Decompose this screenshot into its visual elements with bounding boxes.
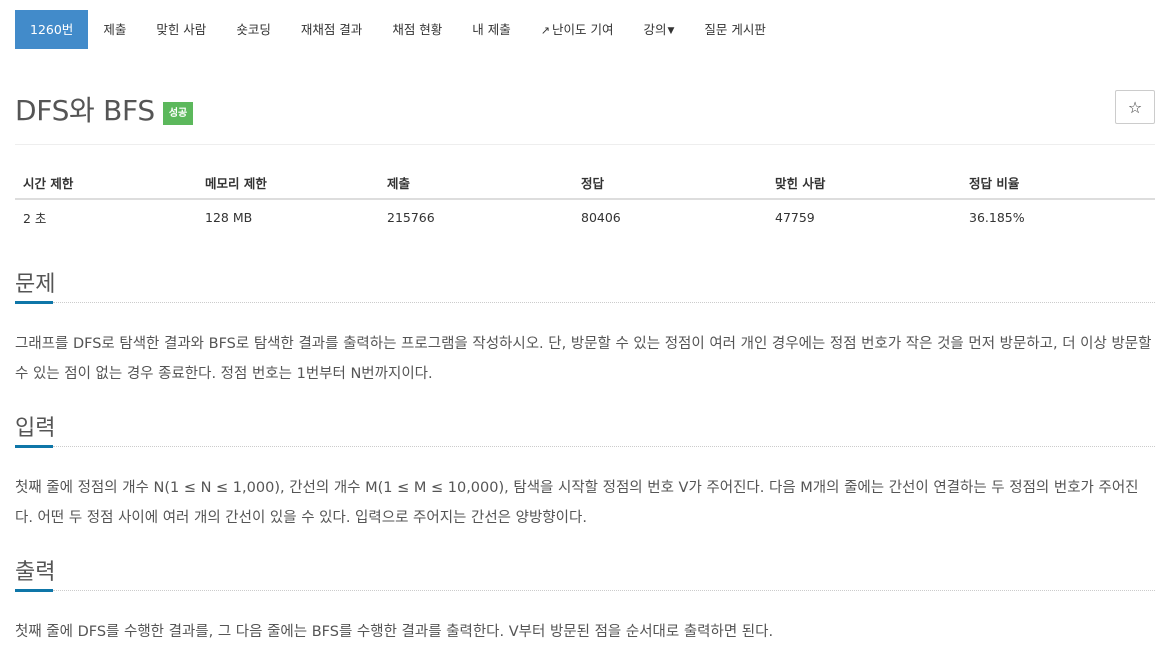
submissions-value: 215766 [387, 209, 435, 225]
tab-difficulty-contribution[interactable]: ↗ 난이도 기여 [526, 10, 629, 49]
section-underline [15, 301, 1155, 304]
output-description: 첫째 줄에 DFS를 수행한 결과를, 그 다음 줄에는 BFS를 수행한 결과… [15, 624, 774, 640]
caret-down-icon: ▼ [667, 26, 675, 36]
problem-header: DFS와 BFS 성공 [15, 90, 194, 128]
column-header: 시간 제한 [15, 166, 197, 200]
tab-question-board[interactable]: 질문 게시판 [689, 10, 780, 49]
tab-lectures-dropdown[interactable]: 강의▼ [628, 10, 689, 49]
accepted-value: 80406 [581, 209, 621, 225]
column-header: 맞힌 사람 [767, 166, 961, 200]
section-title-output: 출력 [15, 560, 56, 585]
tab-label: 채점 현황 [392, 22, 443, 37]
tab-status[interactable]: 채점 현황 [377, 10, 457, 49]
tab-label: 강의 [643, 22, 667, 37]
solved-users-value: 47759 [775, 209, 815, 225]
tab-my-submissions[interactable]: 내 제출 [457, 10, 525, 49]
time-limit-value: 2 초 [23, 210, 47, 226]
problem-description: 그래프를 DFS로 탐색한 결과와 BFS로 탐색한 결과를 출력하는 프로그램… [15, 336, 1152, 382]
table-row: 2 초 128 MB 215766 80406 47759 36.185% [15, 199, 1155, 234]
tab-submit[interactable]: 제출 [88, 10, 141, 49]
table-header-row: 시간 제한 메모리 제한 제출 정답 맞힌 사람 정답 비율 [15, 166, 1155, 200]
tab-solved-users[interactable]: 맞힌 사람 [141, 10, 221, 49]
column-header: 메모리 제한 [197, 166, 379, 200]
divider [15, 144, 1155, 145]
accept-ratio-value: 36.185% [969, 209, 1025, 225]
tab-problem-number[interactable]: 1260번 [15, 10, 89, 49]
column-header: 제출 [379, 166, 573, 200]
tab-label: 내 제출 [472, 22, 511, 37]
tab-short-coding[interactable]: 숏코딩 [221, 10, 286, 49]
tab-label: 맞힌 사람 [156, 22, 207, 37]
tab-label: 1260번 [30, 22, 74, 37]
favorite-button[interactable]: ☆ [1115, 90, 1155, 124]
external-link-icon: ↗ [540, 24, 550, 37]
section-title-input: 입력 [15, 416, 56, 441]
tab-label: 질문 게시판 [704, 22, 766, 37]
page-title: DFS와 BFS [15, 94, 155, 127]
tab-rejudge-results[interactable]: 재채점 결과 [286, 10, 377, 49]
section-underline [15, 589, 1155, 592]
input-description: 첫째 줄에 정점의 개수 N(1 ≤ N ≤ 1,000), 간선의 개수 M(… [15, 480, 1139, 526]
tab-label: 난이도 기여 [552, 22, 614, 37]
star-icon: ☆ [1127, 97, 1143, 117]
tab-label: 숏코딩 [236, 22, 271, 37]
tab-label: 재채점 결과 [300, 22, 363, 37]
status-badge: 성공 [162, 101, 194, 125]
column-header: 정답 [573, 166, 767, 200]
column-header: 정답 비율 [961, 166, 1155, 200]
tab-label: 제출 [103, 22, 127, 37]
problem-tabs: 1260번 제출 맞힌 사람 숏코딩 재채점 결과 채점 현황 내 제출 ↗ 난이… [15, 10, 781, 49]
memory-limit-value: 128 MB [205, 209, 253, 225]
problem-info-table: 시간 제한 메모리 제한 제출 정답 맞힌 사람 정답 비율 2 초 128 M… [15, 166, 1155, 234]
section-title-description: 문제 [15, 272, 56, 297]
section-underline [15, 445, 1155, 448]
